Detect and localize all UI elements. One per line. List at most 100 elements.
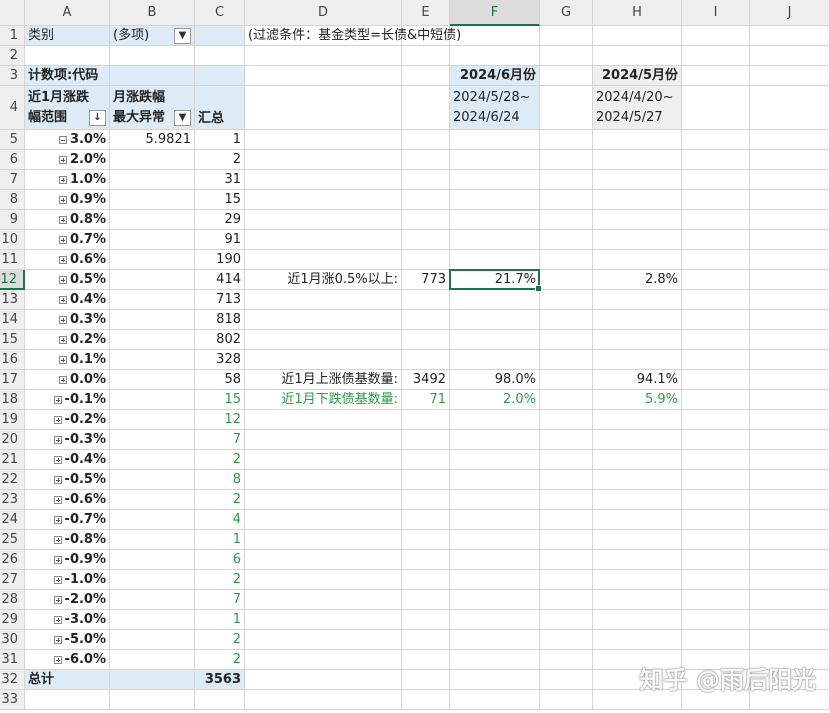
grid-cell[interactable] xyxy=(750,290,830,310)
grid-cell[interactable] xyxy=(110,330,195,350)
pivot-row-count[interactable]: 6 xyxy=(195,550,245,570)
grid-cell[interactable] xyxy=(402,550,450,570)
grid-cell[interactable] xyxy=(245,530,402,550)
grid-cell[interactable] xyxy=(245,410,402,430)
row-header[interactable]: 23 xyxy=(0,490,25,510)
grid-cell[interactable] xyxy=(682,390,750,410)
grid-cell[interactable] xyxy=(402,410,450,430)
grid-cell[interactable] xyxy=(450,170,540,190)
select-all-corner[interactable] xyxy=(0,0,25,26)
grid-cell[interactable] xyxy=(540,690,593,710)
row-header[interactable]: 21 xyxy=(0,450,25,470)
row-header[interactable]: 5 xyxy=(0,130,25,150)
grid-cell[interactable] xyxy=(245,590,402,610)
grid-cell[interactable] xyxy=(750,390,830,410)
grid-cell[interactable] xyxy=(540,350,593,370)
pivot-row-count[interactable]: 2 xyxy=(195,570,245,590)
grid-cell[interactable] xyxy=(540,66,593,86)
grid-cell[interactable] xyxy=(110,190,195,210)
grid-cell[interactable] xyxy=(540,630,593,650)
summary-label[interactable]: 近1月涨0.5%以上: xyxy=(245,270,402,290)
grid-cell[interactable] xyxy=(593,350,682,370)
column-header-b[interactable]: B xyxy=(110,0,195,26)
pivot-row-label[interactable]: 0.5% xyxy=(25,270,110,290)
grid-cell[interactable] xyxy=(750,230,830,250)
grid-cell[interactable] xyxy=(402,190,450,210)
grid-cell[interactable] xyxy=(195,46,245,66)
pivot-row-count[interactable]: 2 xyxy=(195,150,245,170)
pivot-row-label[interactable]: 2.0% xyxy=(25,150,110,170)
pivot-row-count[interactable]: 1 xyxy=(195,130,245,150)
grid-cell[interactable] xyxy=(682,610,750,630)
grid-cell[interactable] xyxy=(110,210,195,230)
collapse-icon[interactable] xyxy=(58,135,67,144)
pivot-row-label[interactable]: -0.1% xyxy=(25,390,110,410)
grid-cell[interactable] xyxy=(450,410,540,430)
grid-cell[interactable] xyxy=(450,570,540,590)
grid-cell[interactable] xyxy=(450,310,540,330)
expand-icon[interactable] xyxy=(58,255,67,264)
grid-cell[interactable] xyxy=(540,390,593,410)
grid-cell[interactable] xyxy=(750,130,830,150)
pivot-row-count[interactable]: 8 xyxy=(195,470,245,490)
grid-cell[interactable] xyxy=(110,570,195,590)
grid-cell[interactable] xyxy=(682,630,750,650)
grid-cell[interactable] xyxy=(245,430,402,450)
grid-cell[interactable] xyxy=(682,170,750,190)
grid-cell[interactable] xyxy=(750,450,830,470)
summary-percent[interactable]: 5.9% xyxy=(593,390,682,410)
expand-icon[interactable] xyxy=(53,475,62,484)
pivot-row-label[interactable]: -0.5% xyxy=(25,470,110,490)
grid-cell[interactable] xyxy=(402,290,450,310)
expand-icon[interactable] xyxy=(53,455,62,464)
grid-cell[interactable] xyxy=(682,370,750,390)
grid-cell[interactable] xyxy=(682,470,750,490)
grid-cell[interactable] xyxy=(450,330,540,350)
grid-cell[interactable] xyxy=(245,190,402,210)
grid-cell[interactable] xyxy=(750,250,830,270)
grand-total-label[interactable]: 总计 xyxy=(25,670,110,690)
expand-icon[interactable] xyxy=(53,615,62,624)
grid-cell[interactable] xyxy=(110,630,195,650)
expand-icon[interactable] xyxy=(58,155,67,164)
pivot-row-count[interactable]: 91 xyxy=(195,230,245,250)
grid-cell[interactable] xyxy=(402,530,450,550)
grid-cell[interactable] xyxy=(682,430,750,450)
grid-cell[interactable] xyxy=(245,170,402,190)
row-field-header[interactable]: 近1月涨跌 幅范围 ↓ xyxy=(25,86,110,130)
grid-cell[interactable] xyxy=(682,590,750,610)
expand-icon[interactable] xyxy=(58,215,67,224)
grid-cell[interactable] xyxy=(682,86,750,130)
row-header[interactable]: 29 xyxy=(0,610,25,630)
row-header[interactable]: 11 xyxy=(0,250,25,270)
grid-cell[interactable] xyxy=(682,66,750,86)
grid-cell[interactable] xyxy=(450,470,540,490)
grid-cell[interactable] xyxy=(750,190,830,210)
grid-cell[interactable] xyxy=(750,530,830,550)
expand-icon[interactable] xyxy=(53,395,62,404)
grid-cell[interactable] xyxy=(245,130,402,150)
grid-cell[interactable] xyxy=(450,130,540,150)
grid-cell[interactable] xyxy=(682,290,750,310)
grid-cell[interactable] xyxy=(540,590,593,610)
grid-cell[interactable] xyxy=(450,230,540,250)
period-range-may[interactable]: 2024/4/20~ 2024/5/27 xyxy=(593,86,682,130)
grid-cell[interactable] xyxy=(750,570,830,590)
grid-cell[interactable] xyxy=(450,250,540,270)
grid-cell[interactable] xyxy=(750,510,830,530)
row-header[interactable]: 14 xyxy=(0,310,25,330)
row-header[interactable]: 32 xyxy=(0,670,25,690)
column-header-e[interactable]: E xyxy=(402,0,450,26)
pivot-row-count[interactable]: 802 xyxy=(195,330,245,350)
expand-icon[interactable] xyxy=(58,335,67,344)
grid-cell[interactable] xyxy=(450,190,540,210)
grid-cell[interactable] xyxy=(682,230,750,250)
expand-icon[interactable] xyxy=(58,175,67,184)
grid-cell[interactable] xyxy=(402,590,450,610)
grid-cell[interactable] xyxy=(245,230,402,250)
grid-cell[interactable] xyxy=(750,430,830,450)
column-header-h[interactable]: H xyxy=(593,0,682,26)
column-header-d[interactable]: D xyxy=(245,0,402,26)
grid-cell[interactable] xyxy=(110,66,195,86)
pivot-row-label[interactable]: 3.0% xyxy=(25,130,110,150)
